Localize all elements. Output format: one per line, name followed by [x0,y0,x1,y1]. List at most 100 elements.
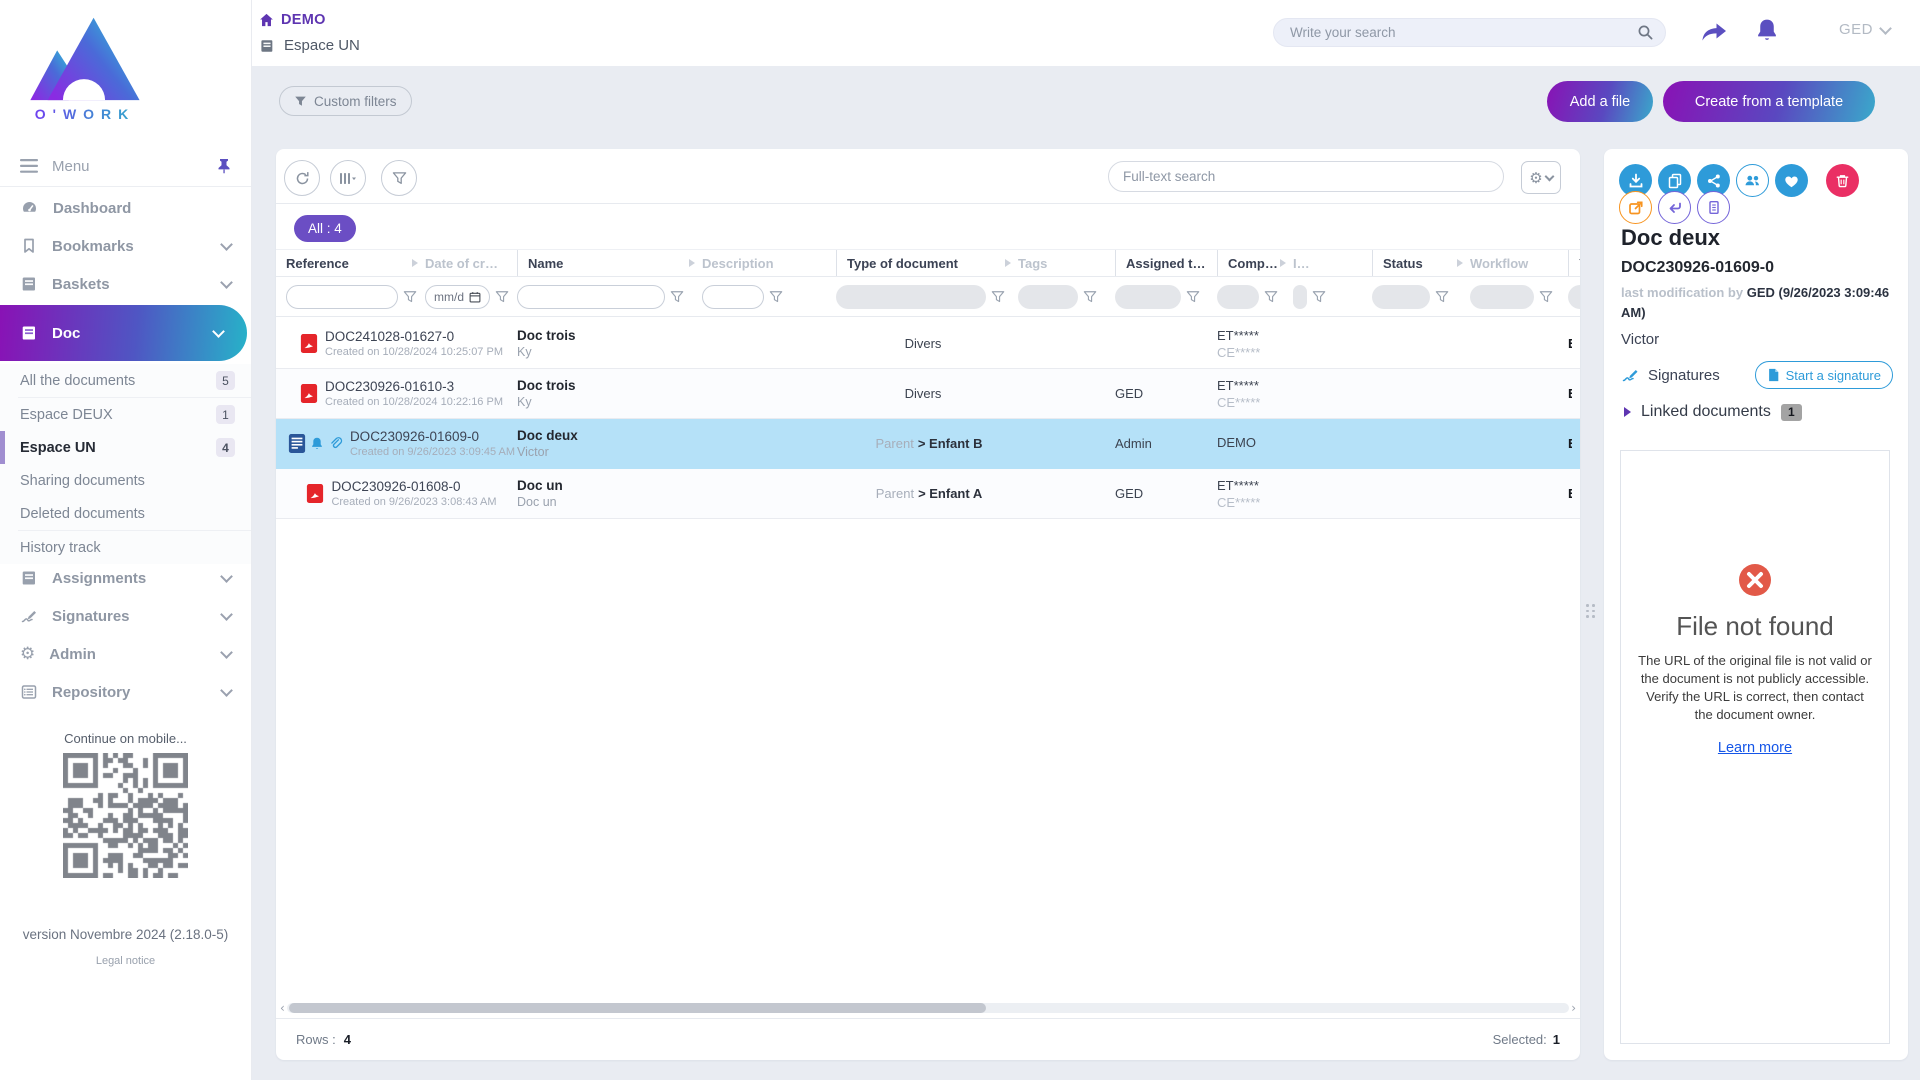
funnel-icon[interactable] [991,290,1005,304]
scrollbar-thumb[interactable] [289,1003,986,1013]
user-menu[interactable]: GED [1839,21,1890,38]
table-row[interactable]: DOC230926-01608-0Created on 9/26/2023 3:… [276,469,1580,519]
linked-documents-count-badge: 1 [1781,404,1802,421]
app-logo[interactable]: O'WORK [20,12,150,122]
table-row[interactable]: DOC230926-01610-3Created on 10/28/2024 1… [276,369,1580,419]
open-external-button[interactable] [1619,191,1652,224]
global-search-input[interactable] [1273,18,1666,47]
breadcrumb-root[interactable]: DEMO [259,12,326,28]
search-icon[interactable] [1637,24,1654,41]
column-header-name[interactable]: Name [517,250,702,276]
filter-date-input[interactable]: mm/d [425,285,490,309]
legal-notice-link[interactable]: Legal notice [0,955,251,967]
funnel-icon[interactable] [1435,290,1449,304]
expand-column-icon[interactable] [1457,259,1463,267]
column-header-reference[interactable]: Reference [286,250,425,276]
funnel-icon[interactable] [403,290,417,304]
column-header-description[interactable]: Description [702,250,836,276]
hamburger-icon[interactable] [20,159,38,173]
expand-column-icon[interactable] [412,259,418,267]
filter-reference-input[interactable] [286,285,398,309]
fulltext-search-input[interactable] [1108,161,1504,192]
table-settings-button[interactable]: ⚙ [1521,161,1561,194]
column-header-tags[interactable]: Tags [1018,250,1115,276]
learn-more-link[interactable]: Learn more [1718,740,1792,756]
funnel-icon[interactable] [1186,290,1200,304]
pin-sidebar-icon[interactable] [217,158,231,174]
sidebar-item-label: Doc [52,325,80,342]
sidebar-item-admin[interactable]: ⚙ Admin [0,635,251,673]
sidebar-item-espace-un[interactable]: Espace UN 4 [0,431,251,464]
funnel-icon[interactable] [1312,290,1326,304]
menu-header[interactable]: Menu [0,146,251,186]
document-reference: DOC230926-01609-0 [1621,259,1774,277]
document-properties-button[interactable] [1697,191,1730,224]
sidebar-item-espace-deux[interactable]: Espace DEUX 1 [0,398,251,431]
submenu-label: Sharing documents [20,473,145,489]
scroll-right-icon[interactable]: › [1571,1002,1576,1014]
funnel-icon [294,95,307,108]
create-from-template-button[interactable]: Create from a template [1663,81,1875,122]
expand-column-icon[interactable] [1280,259,1286,267]
sidebar-item-baskets[interactable]: Baskets [0,265,251,303]
return-button[interactable] [1658,191,1691,224]
filter-y-input [1568,285,1580,309]
funnel-icon[interactable] [769,290,783,304]
sidebar-item-label: Repository [52,684,130,701]
column-header-i[interactable]: I… [1293,250,1372,276]
delete-button[interactable] [1826,164,1859,197]
column-header-date[interactable]: Date of cr… [425,250,517,276]
sidebar-item-label: Bookmarks [52,238,134,255]
sidebar-item-deleted-documents[interactable]: Deleted documents [0,497,251,530]
book-icon [259,38,275,54]
favorite-button[interactable] [1775,164,1808,197]
sidebar-item-signatures[interactable]: Signatures [0,597,251,635]
expand-column-icon[interactable] [1005,259,1011,267]
notifications-bell-icon[interactable] [1754,17,1780,45]
sidebar-item-repository[interactable]: Repository [0,673,251,711]
sidebar: O'WORK Menu Dashboard Bookmarks [0,0,252,1080]
column-header-type[interactable]: Type of document [836,250,1018,276]
linked-documents-toggle[interactable]: Linked documents 1 [1624,403,1802,421]
scroll-left-icon[interactable]: ‹ [280,1002,285,1014]
version-text: version Novembre 2024 (2.18.0-5) [0,927,251,942]
custom-filters-button[interactable]: Custom filters [279,86,412,116]
sidebar-item-label: Signatures [52,608,130,625]
start-signature-button[interactable]: Start a signature [1755,361,1893,389]
signature-icon [20,607,38,625]
chevron-down-icon [220,684,233,697]
table-row-selected[interactable]: DOC230926-01609-0Created on 9/26/2023 3:… [276,419,1580,469]
sidebar-item-all-documents[interactable]: All the documents 5 [0,364,251,397]
tab-all[interactable]: All : 4 [294,215,356,242]
column-header-assigned[interactable]: Assigned t… [1115,250,1217,276]
funnel-icon[interactable] [495,290,509,304]
signatures-section: Signatures Start a signature [1621,361,1893,389]
assign-users-button[interactable] [1736,164,1769,197]
count-badge: 1 [216,405,235,424]
filter-name-input[interactable] [517,285,665,309]
funnel-icon[interactable] [670,290,684,304]
sidebar-item-doc[interactable]: Doc [0,305,247,361]
pdf-file-icon [300,383,318,404]
column-header-y[interactable]: Y [1568,250,1580,276]
columns-button[interactable] [330,160,366,196]
add-file-button[interactable]: Add a file [1547,81,1653,122]
table-row[interactable]: DOC241028-01627-0Created on 10/28/2024 1… [276,319,1580,369]
share-forward-icon[interactable] [1700,20,1728,44]
filter-description-input[interactable] [702,285,764,309]
column-header-status[interactable]: Status [1372,250,1470,276]
sidebar-item-sharing-documents[interactable]: Sharing documents [0,464,251,497]
filter-i-input [1293,285,1307,309]
scrollbar-track[interactable] [287,1003,1569,1013]
panel-resize-handle[interactable] [1586,594,1594,628]
funnel-icon[interactable] [1083,290,1097,304]
sidebar-item-dashboard[interactable]: Dashboard [0,189,251,227]
filter-button[interactable] [381,160,417,196]
refresh-button[interactable] [284,160,320,196]
column-header-workflow[interactable]: Workflow [1470,250,1568,276]
funnel-icon[interactable] [1264,290,1278,304]
funnel-icon[interactable] [1539,290,1553,304]
expand-column-icon[interactable] [689,259,695,267]
sidebar-item-bookmarks[interactable]: Bookmarks [0,227,251,265]
sidebar-item-assignments[interactable]: Assignments [0,559,251,597]
